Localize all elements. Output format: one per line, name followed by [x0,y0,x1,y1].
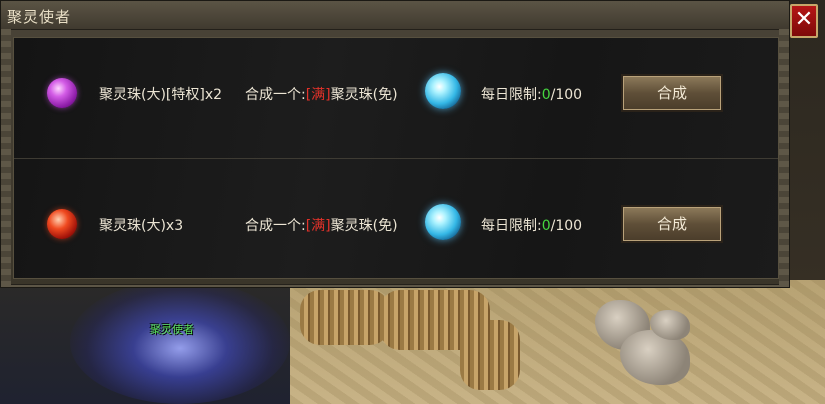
game-scene: 聚灵使者 [0,280,825,404]
limit-max: /100 [550,218,583,234]
portal-effect [70,280,290,404]
frame-left [1,29,11,287]
limit-label: 每日限制: [481,87,542,103]
synthesize-button[interactable]: 合成 [621,74,723,112]
limit-label: 每日限制: [481,218,542,234]
haystack [300,290,390,345]
result-tag: [满] [305,218,331,234]
material-label: 聚灵珠(大)x3 [99,218,184,234]
npc-name-label[interactable]: 聚灵使者 [150,321,194,337]
limit-used: 0 [541,218,551,234]
close-icon[interactable]: ✕ [790,4,818,38]
frame-right [779,29,789,287]
result-tag: [满] [305,87,331,103]
daily-limit: 每日限制:0/100 [481,215,582,235]
result-prefix: 合成一个: [245,87,306,103]
limit-max: /100 [550,87,583,103]
result-text: 合成一个:[满]聚灵珠(免) [245,215,398,235]
synthesis-window: 聚灵使者 聚灵珠(大)[特权]x2 合成一个:[满]聚灵珠(免) 每日限制:0/… [0,0,790,288]
result-name: 聚灵珠(免) [330,218,398,234]
window-title: 聚灵使者 [7,8,72,26]
result-name: 聚灵珠(免) [330,87,398,103]
purple-orb-icon [47,78,77,108]
blue-spirit-orb-icon [425,204,461,240]
recipe-list: 聚灵珠(大)[特权]x2 合成一个:[满]聚灵珠(免) 每日限制:0/100 合… [13,37,779,279]
recipe-row: 聚灵珠(大)[特权]x2 合成一个:[满]聚灵珠(免) 每日限制:0/100 合… [14,38,778,157]
result-text: 合成一个:[满]聚灵珠(免) [245,84,398,104]
red-orb-icon [47,209,77,239]
synthesize-button[interactable]: 合成 [621,205,723,243]
material-label: 聚灵珠(大)[特权]x2 [99,87,223,103]
haystack [460,320,520,390]
result-prefix: 合成一个: [245,218,306,234]
title-bar: 聚灵使者 [1,1,789,30]
daily-limit: 每日限制:0/100 [481,84,582,104]
limit-used: 0 [541,87,551,103]
recipe-row: 聚灵珠(大)x3 合成一个:[满]聚灵珠(免) 每日限制:0/100 合成 [14,158,778,278]
blue-spirit-orb-icon [425,73,461,109]
